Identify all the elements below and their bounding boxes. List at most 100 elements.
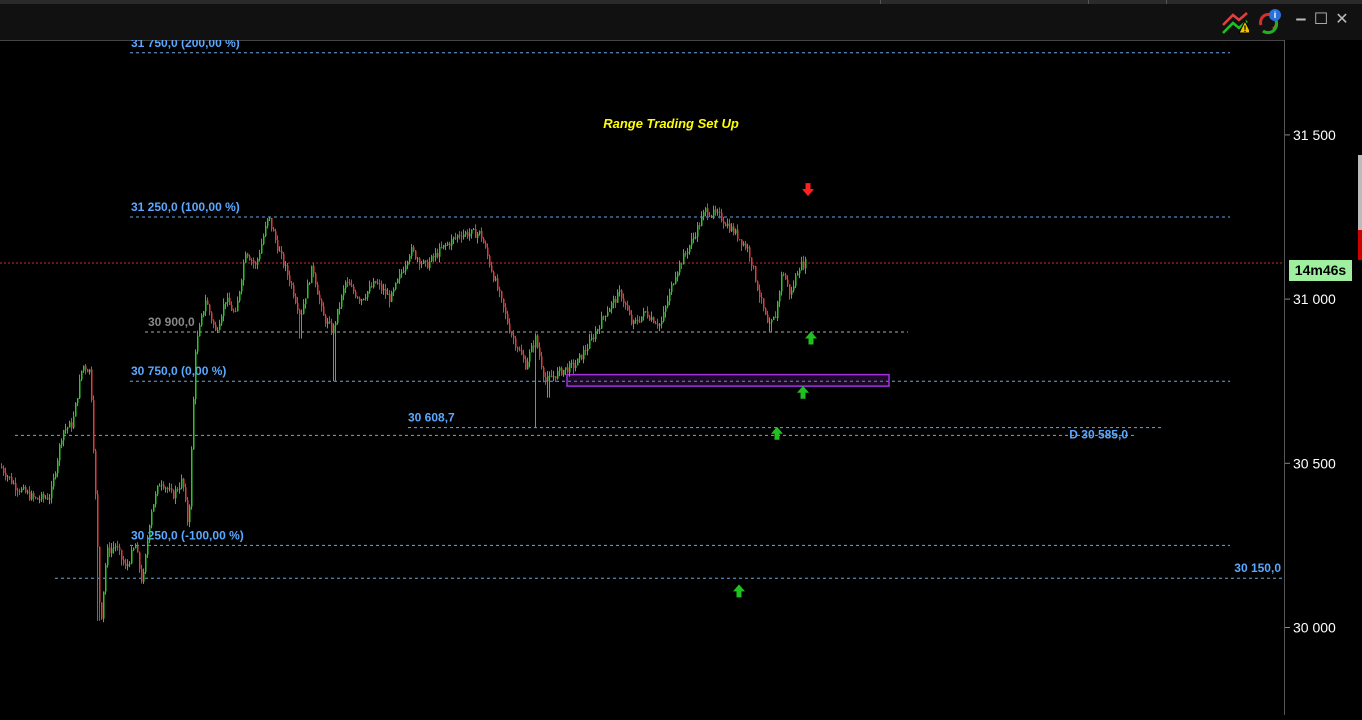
- titlebar-divider: [1088, 0, 1089, 4]
- candle-body: [261, 243, 263, 254]
- candle-body: [651, 317, 653, 321]
- candle-body: [257, 259, 259, 265]
- candle-body: [427, 261, 429, 269]
- candle-body: [9, 476, 11, 478]
- titlebar-divider: [880, 0, 881, 4]
- candle-body: [771, 319, 773, 323]
- candle-body: [671, 284, 673, 292]
- candle-body: [323, 306, 325, 316]
- candle-body: [183, 478, 185, 488]
- candle-body: [197, 336, 199, 352]
- candle-body: [65, 428, 67, 431]
- svg-text:!: !: [1244, 24, 1247, 34]
- candle-body: [777, 301, 779, 319]
- candle-body: [649, 316, 651, 321]
- candle-body: [187, 500, 189, 523]
- candle-body: [311, 265, 313, 284]
- candle-body: [547, 375, 549, 382]
- candle-body: [533, 345, 535, 348]
- candle-body: [545, 377, 547, 382]
- candle-body: [793, 286, 795, 291]
- candle-body: [351, 285, 353, 287]
- candle-body: [457, 235, 459, 238]
- candle-body: [681, 263, 683, 265]
- candle-body: [179, 487, 181, 490]
- candle-body: [435, 252, 437, 258]
- candle-body: [453, 237, 455, 239]
- candle-body: [717, 211, 719, 213]
- candle-body: [705, 208, 707, 213]
- candle-body: [421, 263, 423, 265]
- candle-body: [579, 354, 581, 359]
- candle-body: [337, 308, 339, 323]
- close-button[interactable]: ✕: [1333, 10, 1351, 28]
- candle-body: [497, 278, 499, 290]
- right-edge-scrollbar[interactable]: [1356, 40, 1362, 715]
- candle-body: [339, 307, 341, 309]
- candle-body: [391, 292, 393, 302]
- candle-body: [409, 255, 411, 262]
- candle-body: [429, 261, 431, 269]
- candle-body: [763, 298, 765, 309]
- candle-body: [445, 245, 447, 247]
- candle-body: [153, 504, 155, 512]
- scrollbar-thumb[interactable]: [1358, 155, 1362, 230]
- candle-body: [663, 311, 665, 322]
- candle-body: [373, 281, 375, 288]
- minimize-button[interactable]: ‒: [1292, 10, 1310, 28]
- candle-body: [363, 298, 365, 300]
- candle-body: [55, 473, 57, 478]
- candle-body: [343, 288, 345, 296]
- candle-body: [729, 223, 731, 232]
- chart-plot-area[interactable]: 31 750,0 (200,00 %) 31 250,0 (100,00 %) 30…: [0, 40, 1284, 715]
- candle-body: [205, 300, 207, 312]
- candle-body: [755, 266, 757, 282]
- candle-body: [797, 273, 799, 276]
- candle-body: [659, 324, 661, 326]
- candle-body: [571, 362, 573, 364]
- candle-body: [803, 261, 805, 269]
- candle-body: [525, 359, 527, 370]
- candle-body: [417, 258, 419, 260]
- candle-body: [239, 291, 241, 301]
- candle-body: [595, 331, 597, 340]
- candle-body: [57, 460, 59, 474]
- candle-body: [135, 545, 137, 549]
- candle-body: [711, 215, 713, 217]
- candle-body: [103, 591, 105, 619]
- candle-body: [361, 299, 363, 302]
- price-marker: [1358, 230, 1362, 260]
- candle-body: [625, 302, 627, 306]
- candle-body: [757, 281, 759, 291]
- candle-body: [167, 487, 169, 490]
- price-axis[interactable]: 31 500 31 000 30 500 30 000: [1284, 40, 1357, 715]
- candle-body: [355, 291, 357, 297]
- window-titlebar: ! i ‒ ☐ ✕: [0, 0, 1362, 41]
- candle-body: [19, 491, 21, 493]
- candle-body: [181, 478, 183, 488]
- candle-body: [707, 208, 709, 216]
- candle-body: [345, 282, 347, 289]
- candle-body: [347, 282, 349, 284]
- candle-body: [51, 486, 53, 499]
- candle-body: [617, 292, 619, 303]
- candle-body: [399, 273, 401, 280]
- refresh-info-icon[interactable]: i: [1255, 7, 1283, 35]
- candle-body: [289, 275, 291, 283]
- candle-body: [263, 235, 265, 244]
- candle-body: [623, 298, 625, 303]
- candle-body: [81, 370, 83, 380]
- candle-body: [743, 243, 745, 246]
- alert-icon[interactable]: !: [1221, 11, 1249, 35]
- svg-text:i: i: [1274, 10, 1277, 20]
- level-label: 30 900,0: [148, 315, 195, 329]
- candle-body: [505, 307, 507, 314]
- maximize-button[interactable]: ☐: [1312, 10, 1330, 28]
- candle-body: [765, 308, 767, 315]
- candle-body: [621, 290, 623, 299]
- candle-body: [669, 291, 671, 302]
- candle-body: [483, 238, 485, 244]
- candle-body: [317, 284, 319, 295]
- candle-body: [53, 477, 55, 487]
- candle-body: [133, 548, 135, 551]
